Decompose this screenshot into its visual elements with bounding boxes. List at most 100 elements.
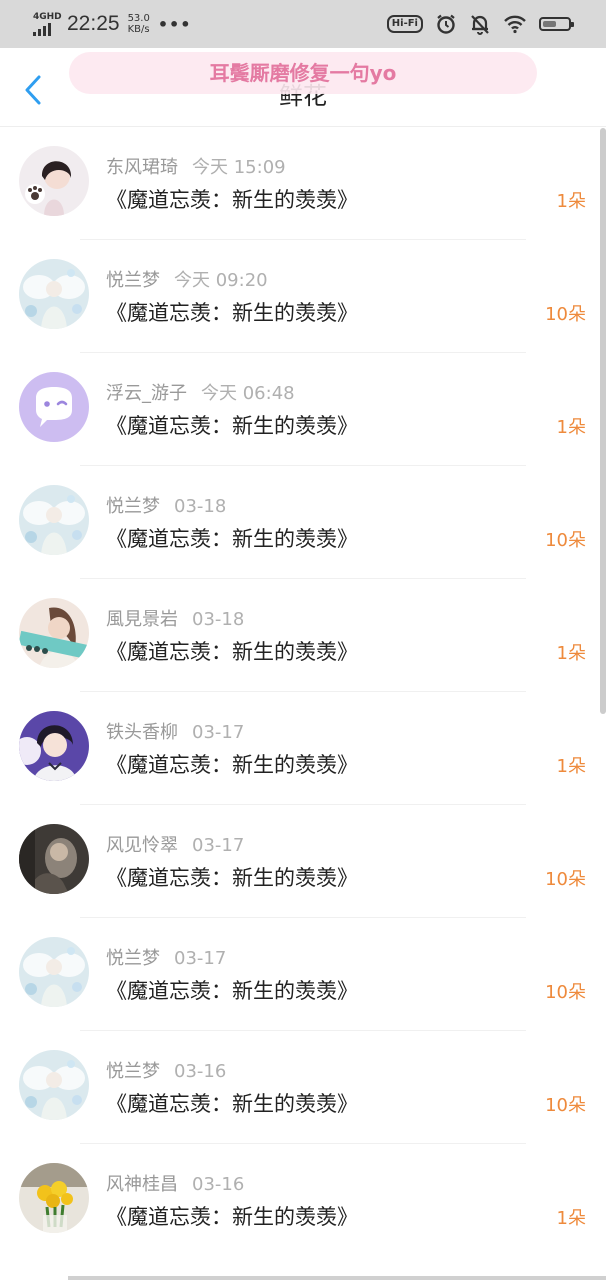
- list-item[interactable]: 风见怜翠 03-17 《魔道忘羡：新生的羡羡》 10朵: [0, 805, 606, 918]
- flower-count: 10朵: [545, 530, 586, 551]
- flower-list: 东风珺琦 今天 15:09 《魔道忘羡：新生的羡羡》 1朵 悦兰梦 今天 09:20…: [0, 127, 606, 1257]
- work-title[interactable]: 《魔道忘羡：新生的羡羡》: [106, 975, 358, 1005]
- send-time: 今天 09:20: [174, 270, 268, 291]
- photo-avatar-icon: [19, 824, 89, 894]
- wifi-icon: [503, 14, 527, 34]
- network-speed: 53.0 KB/s: [128, 13, 150, 35]
- girl-avatar-icon: [19, 711, 89, 781]
- clock: 22:25: [67, 12, 120, 35]
- speed-value: 53.0: [127, 13, 150, 24]
- send-time: 03-17: [192, 835, 245, 856]
- work-title[interactable]: 《魔道忘羡：新生的羡羡》: [106, 636, 358, 666]
- sender-name[interactable]: 悦兰梦: [106, 1061, 160, 1082]
- sender-name[interactable]: 風見景岩: [106, 609, 178, 630]
- avatar[interactable]: [19, 1163, 89, 1233]
- sender-name[interactable]: 铁头香柳: [106, 722, 178, 743]
- sender-line: 悦兰梦 今天 09:20: [106, 266, 268, 292]
- mute-icon: [469, 13, 491, 35]
- flower-count: 10朵: [545, 982, 586, 1003]
- avatar[interactable]: [19, 146, 89, 216]
- signal-icon: 4GHD: [33, 12, 62, 36]
- flower-count: 10朵: [545, 304, 586, 325]
- flower-count: 1朵: [556, 756, 586, 777]
- list-item[interactable]: 风神桂昌 03-16 《魔道忘羡：新生的羡羡》 1朵: [0, 1144, 606, 1257]
- sender-line: 风神桂昌 03-16: [106, 1170, 244, 1196]
- work-title[interactable]: 《魔道忘羡：新生的羡羡》: [106, 410, 358, 440]
- flower-count: 10朵: [545, 1095, 586, 1116]
- work-title[interactable]: 《魔道忘羡：新生的羡羡》: [106, 862, 358, 892]
- flower-count: 1朵: [556, 191, 586, 212]
- sender-line: 悦兰梦 03-16: [106, 1057, 226, 1083]
- sender-name[interactable]: 悦兰梦: [106, 270, 160, 291]
- avatar[interactable]: [19, 598, 89, 668]
- status-bar: 4GHD 22:25 53.0 KB/s ••• Hi-Fi: [0, 0, 606, 48]
- alarm-icon: [435, 13, 457, 35]
- list-item[interactable]: 悦兰梦 03-16 《魔道忘羡：新生的羡羡》 10朵: [0, 1031, 606, 1144]
- send-time: 今天 06:48: [201, 383, 295, 404]
- send-time: 03-17: [174, 948, 227, 969]
- scrollbar[interactable]: [600, 128, 606, 714]
- angel-avatar-icon: [19, 1050, 89, 1120]
- work-title[interactable]: 《魔道忘羡：新生的羡羡》: [106, 297, 358, 327]
- avatar[interactable]: [19, 259, 89, 329]
- send-time: 03-17: [192, 722, 245, 743]
- work-title[interactable]: 《魔道忘羡：新生的羡羡》: [106, 523, 358, 553]
- sender-line: 悦兰梦 03-17: [106, 944, 226, 970]
- list-item[interactable]: 铁头香柳 03-17 《魔道忘羡：新生的羡羡》 1朵: [0, 692, 606, 805]
- send-time: 03-18: [174, 496, 227, 517]
- send-time: 03-16: [192, 1174, 245, 1195]
- work-title[interactable]: 《魔道忘羡：新生的羡羡》: [106, 749, 358, 779]
- list-item[interactable]: 东风珺琦 今天 15:09 《魔道忘羡：新生的羡羡》 1朵: [0, 127, 606, 240]
- sender-line: 铁头香柳 03-17: [106, 718, 244, 744]
- flower-count: 10朵: [545, 869, 586, 890]
- avatar[interactable]: [19, 937, 89, 1007]
- list-item[interactable]: 浮云_游子 今天 06:48 《魔道忘羡：新生的羡羡》 1朵: [0, 353, 606, 466]
- network-type: 4GHD: [33, 12, 62, 22]
- sender-name[interactable]: 悦兰梦: [106, 496, 160, 517]
- sender-line: 风见怜翠 03-17: [106, 831, 244, 857]
- flower-count: 1朵: [556, 417, 586, 438]
- avatar[interactable]: [19, 824, 89, 894]
- flower-avatar-icon: [19, 1163, 89, 1233]
- sender-line: 浮云_游子 今天 06:48: [106, 379, 295, 405]
- avatar[interactable]: [19, 711, 89, 781]
- flower-count: 1朵: [556, 643, 586, 664]
- battery-icon: [539, 17, 574, 31]
- sender-line: 东风珺琦 今天 15:09: [106, 153, 286, 179]
- work-title[interactable]: 《魔道忘羡：新生的羡羡》: [106, 1201, 358, 1231]
- list-item[interactable]: 風見景岩 03-18 《魔道忘羡：新生的羡羡》 1朵: [0, 579, 606, 692]
- sender-name[interactable]: 悦兰梦: [106, 948, 160, 969]
- sender-name[interactable]: 东风珺琦: [106, 157, 178, 178]
- list-item[interactable]: 悦兰梦 今天 09:20 《魔道忘羡：新生的羡羡》 10朵: [0, 240, 606, 353]
- hifi-badge: Hi-Fi: [386, 15, 423, 33]
- send-time: 今天 15:09: [192, 157, 286, 178]
- angel-avatar-icon: [19, 259, 89, 329]
- angel-avatar-icon: [19, 485, 89, 555]
- work-title[interactable]: 《魔道忘羡：新生的羡羡》: [106, 1088, 358, 1118]
- list-item[interactable]: 悦兰梦 03-17 《魔道忘羡：新生的羡羡》 10朵: [0, 918, 606, 1031]
- flower-count: 1朵: [556, 1208, 586, 1229]
- sender-name[interactable]: 浮云_游子: [106, 383, 187, 404]
- status-left: 4GHD 22:25 53.0 KB/s •••: [33, 8, 192, 40]
- watermark-banner: 耳鬓厮磨修复一句yo: [69, 52, 537, 94]
- girl-avatar-icon: [19, 598, 89, 668]
- avatar[interactable]: [19, 485, 89, 555]
- default-avatar-icon: [19, 372, 89, 442]
- work-title[interactable]: 《魔道忘羡：新生的羡羡》: [106, 184, 358, 214]
- status-right: Hi-Fi: [386, 10, 574, 38]
- header-bar: 鲜花 耳鬓厮磨修复一句yo: [0, 48, 606, 127]
- send-time: 03-18: [192, 609, 245, 630]
- more-notifications-icon: •••: [157, 14, 192, 34]
- avatar[interactable]: [19, 1050, 89, 1120]
- send-time: 03-16: [174, 1061, 227, 1082]
- sender-line: 悦兰梦 03-18: [106, 492, 226, 518]
- next-item-edge: [68, 1276, 606, 1280]
- list-item[interactable]: 悦兰梦 03-18 《魔道忘羡：新生的羡羡》 10朵: [0, 466, 606, 579]
- girl-avatar-icon: [19, 146, 89, 216]
- sender-name[interactable]: 风神桂昌: [106, 1174, 178, 1195]
- sender-name[interactable]: 风见怜翠: [106, 835, 178, 856]
- sender-line: 風見景岩 03-18: [106, 605, 244, 631]
- speed-unit: KB/s: [127, 24, 150, 35]
- avatar[interactable]: [19, 372, 89, 442]
- angel-avatar-icon: [19, 937, 89, 1007]
